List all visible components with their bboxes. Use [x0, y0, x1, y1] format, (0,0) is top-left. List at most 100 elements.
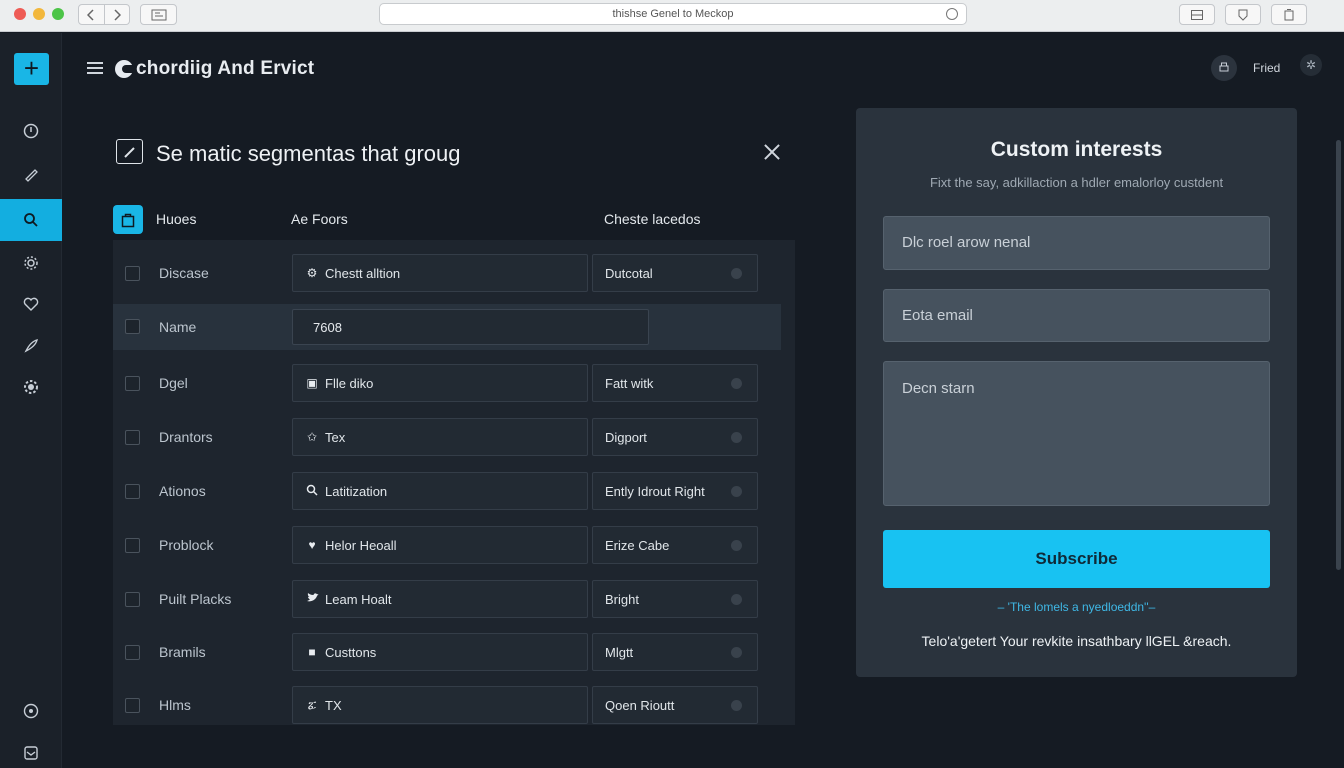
back-button[interactable]: [79, 5, 104, 24]
card-title: Custom interests: [990, 138, 1163, 161]
row-label: Name: [159, 319, 197, 335]
name-input[interactable]: 7608: [292, 309, 649, 345]
settings-icon[interactable]: ✲: [1300, 54, 1322, 76]
forward-button[interactable]: [103, 5, 129, 24]
table-row: Ationos Latitization Ently Idrout Right: [113, 472, 795, 526]
menu-icon[interactable]: [87, 62, 103, 74]
address-text: thishse Genel to Meckop: [612, 8, 734, 20]
row-field-value: Leam Hoalt: [325, 592, 392, 607]
row-checkbox[interactable]: [125, 645, 140, 660]
rail-item-settings[interactable]: [0, 242, 62, 284]
row-checkbox[interactable]: [125, 698, 140, 713]
rail-item-search[interactable]: [0, 199, 62, 241]
name-input-value: 7608: [313, 320, 342, 335]
row-option-select[interactable]: Ently Idrout Right: [592, 472, 758, 510]
row-option-value: Dutcotal: [605, 266, 653, 281]
row-field-value: TX: [325, 698, 342, 713]
printer-icon: [1219, 62, 1229, 72]
rail-item-inbox[interactable]: [0, 732, 62, 768]
row-field[interactable]: ■ Custtons: [292, 633, 588, 671]
account-button[interactable]: [1211, 55, 1237, 81]
sidebar-icon: [151, 9, 166, 20]
minimize-window-button[interactable]: [33, 8, 45, 20]
square-icon: ■: [308, 645, 316, 659]
close-window-button[interactable]: [14, 8, 26, 20]
sidebar-toggle-button[interactable]: [140, 4, 177, 25]
rail-item-favorites[interactable]: [0, 283, 62, 325]
dropdown-icon: [731, 647, 742, 658]
dropdown-icon: [731, 700, 742, 711]
cog-icon: [24, 380, 38, 394]
reload-icon[interactable]: [946, 8, 958, 20]
rail-item-help[interactable]: [0, 690, 62, 732]
address-bar[interactable]: thishse Genel to Meckop: [379, 3, 967, 25]
close-icon[interactable]: [762, 142, 782, 162]
row-label: Puilt Placks: [159, 591, 232, 607]
tabs-button[interactable]: [1271, 4, 1307, 25]
row-field-value: Helor Heoall: [325, 538, 397, 553]
share-button[interactable]: [1225, 4, 1261, 25]
bag-icon[interactable]: [113, 205, 143, 234]
message-field[interactable]: Decn starn: [883, 361, 1270, 506]
tabs-icon: [1284, 8, 1294, 20]
column-header[interactable]: Huoes: [156, 211, 196, 227]
row-option-value: Mlgtt: [605, 645, 634, 660]
row-option-value: Digport: [605, 430, 647, 445]
row-option-select[interactable]: Dutcotal: [592, 254, 758, 292]
table-row: Puilt Placks Leam Hoalt Bright: [113, 580, 795, 634]
logo-icon: [115, 60, 133, 78]
row-field[interactable]: ፚ TX: [292, 686, 588, 724]
rail-item-edit[interactable]: [0, 153, 62, 195]
row-field[interactable]: Leam Hoalt: [292, 580, 588, 618]
row-option-value: Qoen Rioutt: [605, 698, 675, 713]
shield-icon: [1238, 9, 1248, 21]
nav-rail: +: [0, 33, 62, 768]
row-label: Dgel: [159, 375, 188, 391]
user-name[interactable]: Fried: [1253, 61, 1280, 75]
table-row: Discase ⚙ Chestt alltion Dutcotal: [113, 254, 795, 308]
help-icon: [23, 703, 39, 719]
row-field[interactable]: ✩ Tex: [292, 418, 588, 456]
zoom-window-button[interactable]: [52, 8, 64, 20]
row-field[interactable]: ⚙ Chestt alltion: [292, 254, 588, 292]
column-header[interactable]: Cheste lacedos: [604, 211, 701, 227]
row-checkbox[interactable]: [125, 592, 140, 607]
scrollbar[interactable]: [1336, 140, 1341, 570]
row-field-value: Custtons: [325, 645, 377, 660]
row-option-select[interactable]: Fatt witk: [592, 364, 758, 402]
row-field[interactable]: Latitization: [292, 472, 588, 510]
column-header[interactable]: Ae Foors: [291, 211, 348, 227]
search-icon: [305, 484, 319, 498]
row-checkbox[interactable]: [125, 484, 140, 499]
rail-item-explore[interactable]: [0, 110, 62, 152]
row-checkbox[interactable]: [125, 319, 140, 334]
dropdown-icon: [731, 486, 742, 497]
dropdown-icon: [731, 540, 742, 551]
dialog-title: Se matic segmentas that groug: [156, 141, 461, 166]
app-title: chordiig And Ervict: [136, 58, 315, 79]
row-option-value: Bright: [605, 592, 639, 607]
dropdown-icon: [731, 378, 742, 389]
star-icon: ✩: [306, 430, 318, 444]
subscribe-button[interactable]: Subscribe: [883, 530, 1270, 588]
add-button[interactable]: +: [14, 53, 49, 85]
row-option-select[interactable]: Mlgtt: [592, 633, 758, 671]
card-link[interactable]: – 'The lomels a nyedloeddn''–: [856, 600, 1297, 614]
row-field[interactable]: ♥ Helor Heoall: [292, 526, 588, 564]
row-checkbox[interactable]: [125, 430, 140, 445]
row-option-value: Erize Cabe: [605, 538, 670, 553]
row-option-select[interactable]: Bright: [592, 580, 758, 618]
name-field[interactable]: Dlc roel arow nenal: [883, 216, 1270, 270]
rail-item-tools[interactable]: [0, 325, 62, 367]
row-checkbox[interactable]: [125, 538, 140, 553]
row-field[interactable]: ▣ Flle diko: [292, 364, 588, 402]
email-field[interactable]: Eota email: [883, 289, 1270, 342]
row-option-select[interactable]: Erize Cabe: [592, 526, 758, 564]
row-field-value: Tex: [325, 430, 346, 445]
row-checkbox[interactable]: [125, 266, 140, 281]
row-option-select[interactable]: Digport: [592, 418, 758, 456]
rail-item-config[interactable]: [0, 366, 62, 408]
downloads-button[interactable]: [1179, 4, 1215, 25]
row-option-select[interactable]: Qoen Rioutt: [592, 686, 758, 724]
row-checkbox[interactable]: [125, 376, 140, 391]
